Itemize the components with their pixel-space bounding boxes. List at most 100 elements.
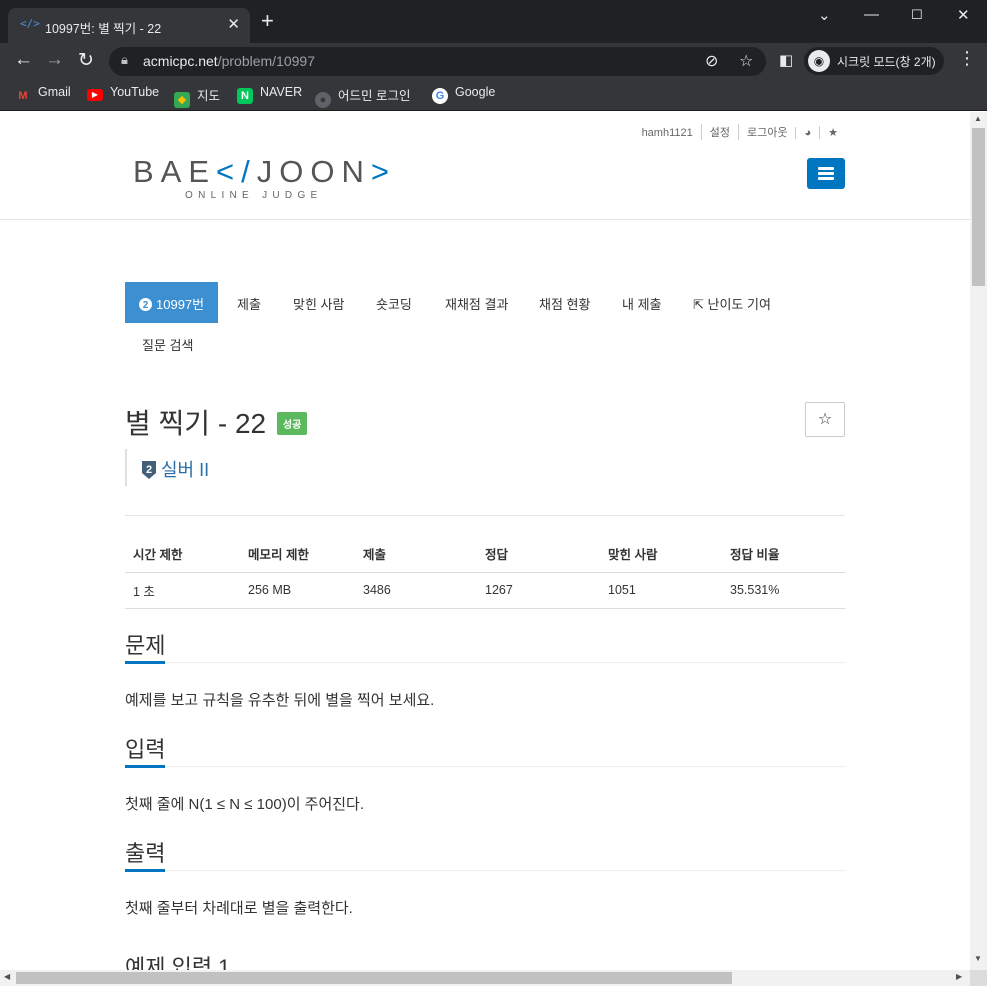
tab-submit[interactable]: 제출 [225, 282, 273, 323]
time-limit-value: 1 초 [125, 572, 240, 609]
address-bar[interactable]: 🔒︎ acmicpc.net/problem/10997 ⊘ ☆ [109, 47, 766, 76]
window-close-icon[interactable]: ✕ [957, 6, 970, 24]
tab-title: 10997번: 별 찍기 - 22 [45, 22, 162, 36]
scroll-down-icon[interactable]: ▼ [974, 954, 982, 963]
memory-limit-value: 256 MB [240, 572, 355, 609]
col-accept-ratio: 정답 비율 [722, 536, 845, 573]
bookmark-google[interactable]: G Google [432, 85, 495, 104]
bookmark-label: Google [455, 85, 496, 99]
bookmark-label: 어드민 로그인 [338, 89, 411, 103]
favorite-problem-button[interactable]: ☆ [805, 402, 845, 437]
page-viewport: hamh1121 설정 로그아웃 ◕ ★ BAE</JOON> ONLINE JUDGE… [0, 112, 970, 970]
username-link[interactable]: hamh1121 [634, 127, 701, 139]
problem-title: 별 찍기 - 22 성공 [125, 402, 308, 442]
col-time-limit: 시간 제한 [125, 536, 240, 573]
vertical-scrollbar[interactable]: ▲ ▼ [970, 112, 987, 970]
section-heading: 입력 [125, 737, 166, 762]
browser-tab[interactable]: </> 10997번: 별 찍기 - 22 ✕ [8, 8, 250, 43]
scroll-thumb[interactable] [972, 128, 985, 286]
tab-short-coding[interactable]: 숏코딩 [364, 282, 424, 323]
scroll-right-icon[interactable]: ▶ [956, 972, 962, 981]
col-submissions: 제출 [355, 536, 477, 573]
bookmark-label: YouTube [110, 85, 160, 99]
bookmark-gmail[interactable]: M Gmail [15, 85, 70, 104]
solved-users-value: 1051 [600, 572, 722, 609]
bookmark-label: NAVER [260, 85, 303, 99]
incognito-indicator[interactable]: ◉ 시크릿 모드(창 2개) [804, 47, 944, 75]
site-logo[interactable]: BAE</JOON> ONLINE JUDGE [133, 154, 396, 202]
settings-link[interactable]: 설정 [700, 124, 738, 140]
forward-icon[interactable]: → [45, 49, 64, 71]
horizontal-scrollbar[interactable]: ◀ ▶ [0, 970, 970, 986]
language-globe-icon[interactable]: ◕ [795, 127, 819, 139]
input-section: 입력 첫째 줄에 N(1 ≤ N ≤ 100)이 주어진다. [125, 732, 845, 814]
star-icon: ☆ [817, 411, 833, 428]
globe-icon: ● [315, 92, 331, 108]
logo-text-right: JOON [256, 154, 371, 189]
bookmark-maps[interactable]: ◆ 지도 [174, 85, 220, 108]
sample-input-section: 예제 입력 1 [125, 950, 845, 970]
bookmark-youtube[interactable]: ▶ YouTube [87, 85, 159, 101]
section-heading: 출력 [125, 841, 166, 866]
scroll-thumb[interactable] [16, 972, 732, 984]
accepted-value: 1267 [477, 572, 600, 609]
tab-my-submissions[interactable]: 내 제출 [610, 282, 674, 323]
maps-icon: ◆ [174, 92, 190, 108]
logo-subtitle: ONLINE JUDGE [185, 190, 323, 201]
tier-label: 실버 II [161, 460, 210, 480]
bookmark-admin-login[interactable]: ● 어드민 로그인 [315, 85, 410, 108]
logo-bracket-left: </ [216, 154, 257, 189]
google-icon: G [432, 88, 448, 104]
problem-title-text: 별 찍기 - 22 [125, 408, 267, 439]
accept-ratio-value: 35.531% [722, 572, 845, 609]
problem-info-table: 시간 제한 메모리 제한 제출 정답 맞힌 사람 정답 비율 1 초 256 M… [125, 536, 845, 609]
scrollbar-corner [970, 970, 987, 986]
problem-description-section: 문제 예제를 보고 규칙을 유추한 뒤에 별을 찍어 보세요. [125, 628, 845, 710]
scroll-left-icon[interactable]: ◀ [4, 972, 10, 981]
browser-menu-icon[interactable]: ⋮ [958, 48, 976, 69]
col-solved-users: 맞힌 사람 [600, 536, 722, 573]
logo-text-left: BAE [133, 154, 217, 189]
tab-search-icon[interactable]: ⌄ [818, 6, 831, 24]
new-tab-button[interactable]: + [261, 10, 274, 32]
maximize-icon[interactable]: ☐ [911, 7, 923, 23]
url-path: /problem/10997 [217, 53, 315, 69]
lock-icon[interactable]: 🔒︎ [121, 52, 128, 68]
logout-link[interactable]: 로그아웃 [737, 124, 795, 140]
tab-close-icon[interactable]: ✕ [227, 15, 240, 33]
bookmark-star-icon[interactable]: ☆ [739, 51, 753, 71]
tab-solved-users[interactable]: 맞힌 사람 [281, 282, 356, 323]
naver-icon: N [237, 88, 253, 104]
eye-off-icon[interactable]: ⊘ [705, 51, 718, 71]
back-icon[interactable]: ← [14, 49, 33, 71]
youtube-icon: ▶ [87, 89, 103, 101]
table-header-row: 시간 제한 메모리 제한 제출 정답 맞힌 사람 정답 비율 [125, 536, 845, 573]
side-panel-icon[interactable]: ◧ [779, 51, 793, 69]
bookmark-naver[interactable]: N NAVER [237, 85, 302, 104]
col-accepted: 정답 [477, 536, 600, 573]
divider [125, 515, 845, 516]
favorite-star-icon[interactable]: ★ [819, 126, 846, 139]
header-divider [0, 219, 970, 220]
tab-difficulty-contribution[interactable]: ⇱ 난이도 기여 [681, 282, 783, 323]
submissions-value: 3486 [355, 572, 477, 609]
minimize-icon[interactable]: — [864, 6, 879, 23]
tab-question-search[interactable]: 질문 검색 [130, 323, 205, 364]
url-host: acmicpc.net [143, 53, 218, 69]
tab-status[interactable]: 채점 현황 [527, 282, 602, 323]
tab-problem[interactable]: 2 10997번 [125, 282, 219, 323]
section-heading: 예제 입력 1 [125, 955, 231, 970]
section-heading: 문제 [125, 633, 166, 658]
output-section: 출력 첫째 줄부터 차례대로 별을 출력한다. [125, 836, 845, 918]
tab-rejudge-results[interactable]: 재채점 결과 [433, 282, 520, 323]
hamburger-menu-button[interactable] [807, 158, 845, 189]
bookmark-label: 지도 [197, 89, 221, 103]
logo-bracket-right: > [370, 154, 396, 189]
status-badge: 성공 [276, 412, 308, 435]
silver-tier-badge-icon: 2 [139, 298, 152, 311]
problem-tier[interactable]: 2 실버 II [125, 449, 209, 486]
url-text: acmicpc.net/problem/10997 [143, 53, 315, 69]
scroll-up-icon[interactable]: ▲ [974, 114, 982, 123]
output-description: 첫째 줄부터 차례대로 별을 출력한다. [125, 900, 353, 917]
reload-icon[interactable]: ↻ [78, 49, 94, 72]
